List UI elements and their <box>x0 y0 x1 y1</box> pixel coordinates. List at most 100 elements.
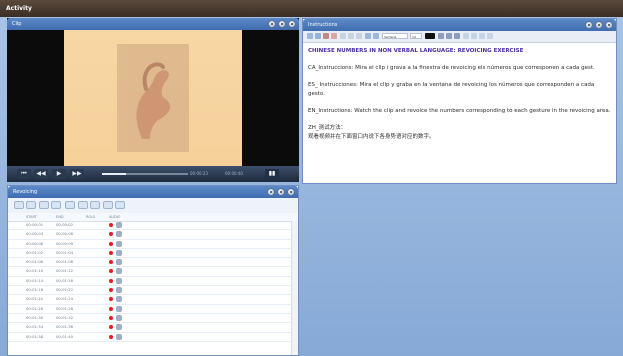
record-dot-icon[interactable] <box>109 278 113 283</box>
image-icon[interactable] <box>471 33 477 39</box>
record-dot-icon[interactable] <box>109 223 113 227</box>
import-button[interactable] <box>103 201 113 209</box>
set-start-button[interactable] <box>39 201 49 209</box>
record-dot-icon[interactable] <box>109 297 113 302</box>
bold-icon[interactable] <box>438 33 444 39</box>
record-dot-icon[interactable] <box>109 260 113 265</box>
open-icon[interactable] <box>315 33 321 39</box>
record-dot-icon[interactable] <box>109 250 113 255</box>
table-row[interactable]: 00:00:04 00:00:06 <box>8 230 292 240</box>
revoicing-panel-title: Revoicing <box>13 189 38 195</box>
record-dot-icon[interactable] <box>109 232 113 237</box>
minimize-button[interactable] <box>278 20 286 28</box>
clip-panel-title: Clip <box>12 21 22 27</box>
copy-icon[interactable] <box>348 33 354 39</box>
speaker-icon[interactable] <box>116 296 122 303</box>
table-row[interactable]: 00:01:02 00:01:04 <box>8 249 292 259</box>
table-icon[interactable] <box>479 33 485 39</box>
instructions-text[interactable]: CHINESE NUMBERS IN NON VERBAL LANGUAGE: … <box>308 47 612 142</box>
print-icon[interactable] <box>331 33 337 39</box>
speaker-icon[interactable] <box>116 249 122 256</box>
speaker-icon[interactable] <box>116 240 122 247</box>
text-color-icon[interactable] <box>425 33 435 39</box>
paste-icon[interactable] <box>356 33 362 39</box>
table-row[interactable]: 00:01:34 00:01:36 <box>8 323 292 333</box>
instructions-panel-title: Instructions <box>308 22 338 28</box>
play-segment-button[interactable] <box>65 201 75 209</box>
italic-icon[interactable] <box>446 33 452 39</box>
record-dot-icon[interactable] <box>109 325 113 330</box>
clear-button[interactable] <box>78 201 88 209</box>
close-button[interactable] <box>605 21 613 29</box>
minimize-button[interactable] <box>277 188 285 196</box>
row-end: 00:01:04 <box>56 249 74 255</box>
close-button[interactable] <box>287 188 295 196</box>
speaker-icon[interactable] <box>116 324 122 331</box>
table-row[interactable]: 00:01:18 00:01:22 <box>8 286 292 296</box>
instructions-window-controls <box>585 21 613 29</box>
instructions-ca: CA_Instruccions: Mira el clip i grava a … <box>308 65 595 71</box>
table-row[interactable]: 00:01:30 00:01:32 <box>8 314 292 324</box>
help-button[interactable] <box>267 188 275 196</box>
table-row[interactable]: 00:01:10 00:01:12 <box>8 267 292 277</box>
record-dot-icon[interactable] <box>109 315 113 320</box>
speaker-icon[interactable] <box>116 259 122 266</box>
link-icon[interactable] <box>463 33 469 39</box>
delete-row-button[interactable] <box>26 201 36 209</box>
step-forward-button[interactable]: ▶▶ <box>70 169 84 179</box>
save-icon[interactable] <box>323 33 329 39</box>
record-dot-icon[interactable] <box>109 269 113 274</box>
insert-row-button[interactable] <box>14 201 24 209</box>
record-button[interactable] <box>90 201 100 209</box>
table-row[interactable]: 00:01:26 00:01:28 <box>8 305 292 314</box>
speaker-icon[interactable] <box>116 287 122 294</box>
step-back-button[interactable]: ◀◀ <box>34 169 48 179</box>
close-button[interactable] <box>288 20 296 28</box>
rewind-button[interactable]: ⏮ <box>17 169 31 179</box>
record-dot-icon[interactable] <box>109 288 113 293</box>
table-row[interactable]: 00:00:01 00:00:02 <box>8 221 292 231</box>
video-subject <box>117 44 189 152</box>
undo-icon[interactable] <box>365 33 371 39</box>
redo-icon[interactable] <box>373 33 379 39</box>
speaker-icon[interactable] <box>116 268 122 275</box>
row-start: 00:01:18 <box>26 287 44 293</box>
speaker-icon[interactable] <box>116 231 122 238</box>
table-row[interactable]: 00:00:08 00:00:09 <box>8 240 292 249</box>
video-area[interactable] <box>7 30 299 166</box>
export-button[interactable] <box>115 201 125 209</box>
current-time: 00:00:23 <box>190 171 208 176</box>
table-row[interactable]: 00:01:06 00:01:08 <box>8 258 292 268</box>
help-button[interactable] <box>585 21 593 29</box>
special-char-icon[interactable] <box>487 33 493 39</box>
row-end: 00:01:22 <box>56 287 74 293</box>
speaker-icon[interactable] <box>116 222 122 228</box>
speaker-icon[interactable] <box>116 305 122 312</box>
underline-icon[interactable] <box>454 33 460 39</box>
fullscreen-button[interactable]: ▮▮ <box>265 169 279 179</box>
record-dot-icon[interactable] <box>109 306 113 311</box>
progress-slider[interactable] <box>102 173 188 175</box>
table-row[interactable]: 00:01:22 00:01:24 <box>8 295 292 305</box>
instructions-zh-title: ZH_测试方法： <box>308 125 347 131</box>
instructions-es: ES_ Instrucciones: Mira el clip y graba … <box>308 82 595 97</box>
font-select[interactable]: Verdana <box>382 33 408 39</box>
new-doc-icon[interactable] <box>307 33 313 39</box>
revoicing-scrollbar[interactable] <box>291 221 298 355</box>
table-row[interactable]: 00:01:14 00:01:16 <box>8 277 292 287</box>
play-button[interactable]: ▶ <box>52 169 66 179</box>
record-dot-icon[interactable] <box>109 241 113 246</box>
speaker-icon[interactable] <box>116 277 122 284</box>
help-button[interactable] <box>268 20 276 28</box>
minimize-button[interactable] <box>595 21 603 29</box>
record-dot-icon[interactable] <box>109 334 113 339</box>
speaker-icon[interactable] <box>116 333 122 340</box>
speaker-icon[interactable] <box>116 314 122 321</box>
row-start: 00:01:14 <box>26 277 44 283</box>
set-end-button[interactable] <box>51 201 61 209</box>
clip-window-controls <box>268 20 296 28</box>
table-row[interactable]: 00:01:38 00:01:40 <box>8 333 292 342</box>
cut-icon[interactable] <box>340 33 346 39</box>
row-end: 00:01:40 <box>56 333 74 339</box>
font-size-select[interactable]: 14 <box>410 33 422 39</box>
